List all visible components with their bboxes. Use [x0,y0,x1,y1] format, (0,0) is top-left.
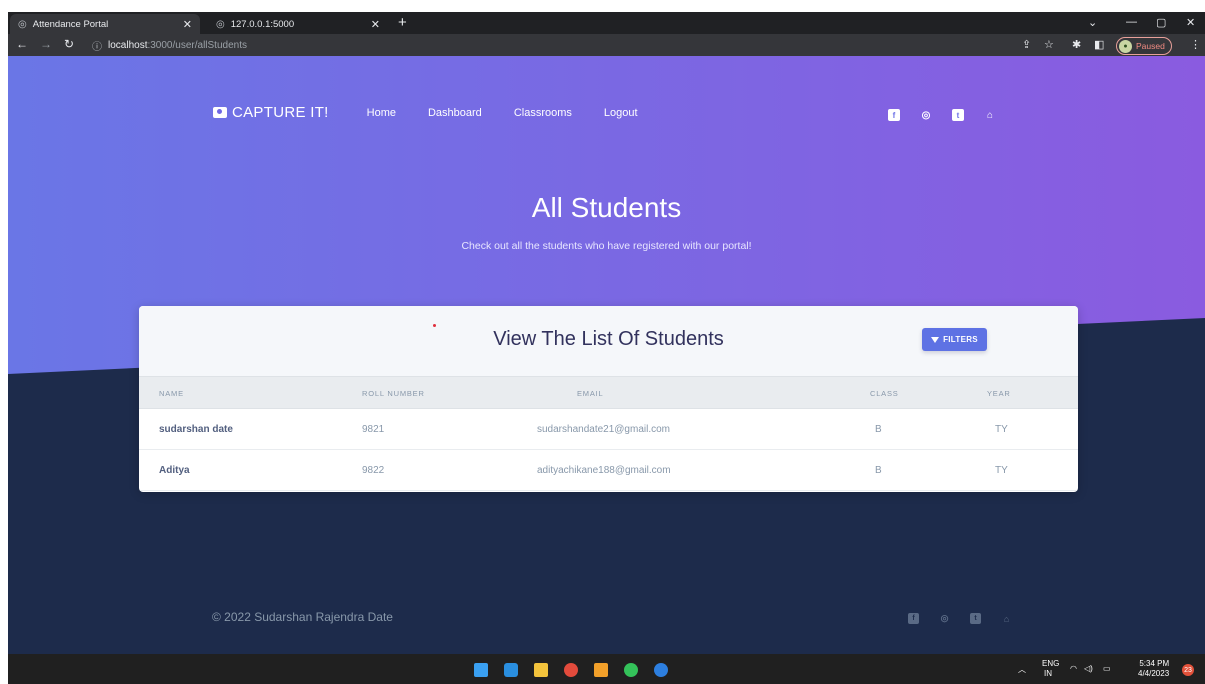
camera-icon [213,107,227,118]
clock[interactable]: 5:34 PM 4/4/2023 [1138,659,1169,679]
whatsapp-icon[interactable] [624,663,638,677]
tab-title: Attendance Portal [32,18,109,30]
filter-icon [931,336,940,343]
filters-label: FILTERS [943,335,978,344]
instagram-icon[interactable]: ◎ [920,109,932,121]
nav-link-dashboard[interactable]: Dashboard [428,107,482,119]
windows-taskbar: ︿ ENG IN ◠ ◁) ▭ 5:34 PM 4/4/2023 23 [8,654,1205,684]
language-indicator[interactable]: ENG IN [1042,659,1059,679]
browser-window: ◎ Attendance Portal ✕ ◎ 127.0.0.1:5000 ✕… [8,12,1205,684]
close-tab-icon[interactable]: ✕ [183,18,192,31]
column-header-email[interactable]: EMAIL [577,389,604,398]
tray-chevron-icon[interactable]: ︿ [1018,664,1026,675]
tab-title: 127.0.0.1:5000 [230,18,295,30]
avatar: ● [1119,39,1132,53]
forward-icon[interactable]: → [40,37,52,51]
page-content: CAPTURE IT! Home Dashboard Classrooms Lo… [8,56,1205,654]
cell-year: TY [995,465,1008,476]
new-tab-button[interactable]: + [398,15,407,31]
cell-name: sudarshan date [159,424,233,435]
url-host: localhost [108,39,148,51]
file-explorer-icon[interactable] [534,663,548,677]
table-row: sudarshan date 9821 sudarshandate21@gmai… [139,409,1078,450]
cell-email: sudarshandate21@gmail.com [537,424,671,435]
twitter-icon[interactable]: t [952,109,964,121]
social-links: f ◎ t ⌂ [888,109,1016,121]
brand-logo[interactable]: CAPTURE IT! [213,104,329,121]
table-row: Aditya 9822 adityachikane188@gmail.com B… [139,450,1078,491]
url-field[interactable]: ⓘ localhost :3000/user/allStudents [92,37,992,53]
extensions-icon[interactable]: ✱ [1072,38,1081,51]
vscode-icon[interactable] [504,663,518,677]
close-tab-icon[interactable]: ✕ [371,18,380,31]
lang-top: ENG [1042,659,1060,668]
top-navbar: CAPTURE IT! Home Dashboard Classrooms Lo… [213,104,638,121]
footer-copyright: © 2022 Sudarshan Rajendra Date [212,610,393,624]
minimize-icon[interactable]: — [1126,16,1137,28]
table-header: NAME ROLL NUMBER EMAIL CLASS YEAR [139,376,1078,409]
notification-badge[interactable]: 23 [1182,664,1194,676]
column-header-roll-number[interactable]: ROLL NUMBER [362,389,425,398]
side-panel-icon[interactable]: ◧ [1094,38,1104,51]
cell-year: TY [995,424,1008,435]
url-path: :3000/user/allStudents [147,39,247,51]
start-icon[interactable] [474,663,488,677]
card-header: View The List Of Students FILTERS [139,306,1078,376]
nav-link-logout[interactable]: Logout [604,107,638,119]
filters-button[interactable]: FILTERS [922,328,987,351]
app-icon[interactable] [654,663,668,677]
red-dot [433,324,436,327]
cell-class: B [875,465,882,476]
reload-icon[interactable]: ↻ [64,37,74,51]
page-subtitle: Check out all the students who have regi… [461,240,752,252]
nav-link-home[interactable]: Home [367,107,396,119]
close-window-icon[interactable]: ✕ [1186,16,1195,29]
globe-icon: ◎ [18,18,27,30]
address-bar: ← → ↻ ⓘ localhost :3000/user/allStudents… [8,34,1205,56]
tab-bar: ◎ Attendance Portal ✕ ◎ 127.0.0.1:5000 ✕… [8,12,1205,34]
sublime-icon[interactable] [594,663,608,677]
clock-date: 4/4/2023 [1138,669,1170,678]
battery-icon[interactable]: ▭ [1103,664,1111,673]
info-icon[interactable]: ⓘ [92,38,102,53]
brand-name: CAPTURE IT! [232,104,329,121]
students-card: View The List Of Students FILTERS NAME R… [139,306,1078,492]
github-icon[interactable]: ⌂ [1001,613,1012,624]
column-header-year[interactable]: YEAR [987,389,1011,398]
clock-time: 5:34 PM [1139,659,1170,668]
volume-icon[interactable]: ◁) [1084,664,1093,673]
cell-roll: 9821 [362,424,385,435]
cell-name: Aditya [159,465,190,476]
facebook-icon[interactable]: f [888,109,900,121]
cell-email: adityachikane188@gmail.com [537,465,671,476]
column-header-name[interactable]: NAME [159,389,184,398]
lang-bottom: IN [1044,669,1052,678]
back-icon[interactable]: ← [16,37,28,51]
column-header-class[interactable]: CLASS [870,389,899,398]
globe-icon: ◎ [216,18,225,30]
cell-class: B [875,424,882,435]
tab-localhost-5000[interactable]: ◎ 127.0.0.1:5000 ✕ [208,14,388,34]
restore-icon[interactable]: ▢ [1156,16,1166,29]
twitter-icon[interactable]: t [970,613,981,624]
tab-attendance-portal[interactable]: ◎ Attendance Portal ✕ [10,14,200,34]
share-icon[interactable]: ⇪ [1022,38,1031,51]
profile-status: Paused [1136,41,1165,51]
footer-social-links: f ◎ t ⌂ [908,613,1032,624]
bookmark-star-icon[interactable]: ☆ [1044,38,1054,51]
menu-icon[interactable]: ⋮ [1190,38,1201,51]
wifi-icon[interactable]: ◠ [1070,664,1077,673]
nav-link-classrooms[interactable]: Classrooms [514,107,572,119]
page-title: All Students [531,192,682,223]
profile-button[interactable]: ● Paused [1116,37,1172,55]
tab-search-icon[interactable]: ⌄ [1088,16,1097,29]
facebook-icon[interactable]: f [908,613,919,624]
chrome-icon[interactable] [564,663,578,677]
cell-roll: 9822 [362,465,385,476]
github-icon[interactable]: ⌂ [984,109,996,121]
instagram-icon[interactable]: ◎ [939,613,950,624]
